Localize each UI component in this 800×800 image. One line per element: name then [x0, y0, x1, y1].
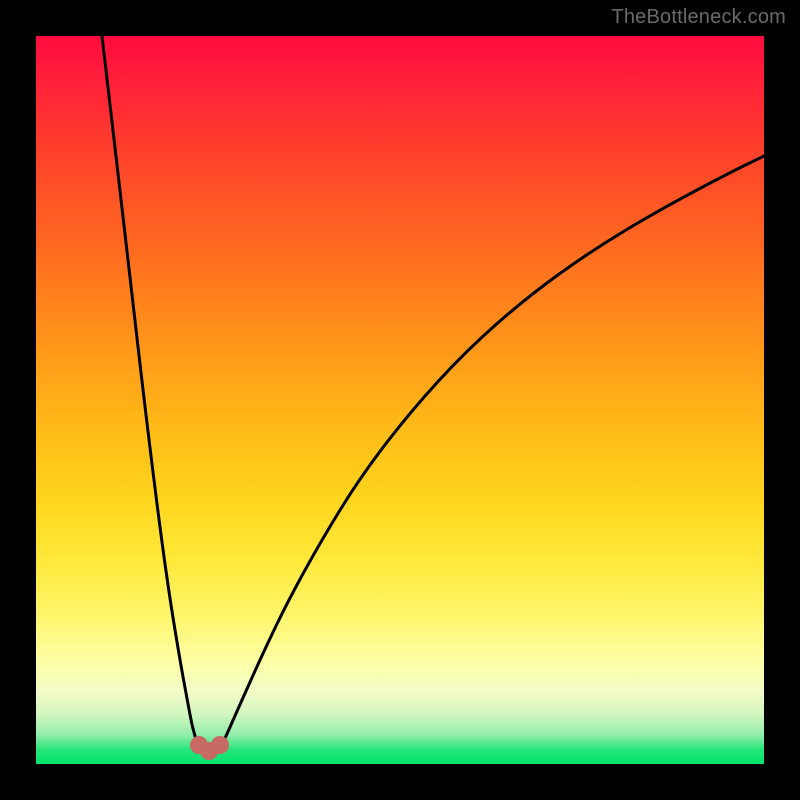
valley-markers	[190, 736, 229, 760]
valley-marker	[211, 736, 229, 754]
curve-right-arm	[220, 156, 764, 746]
curve-layer	[36, 36, 764, 764]
curve-left-arm	[102, 36, 199, 746]
chart-frame: TheBottleneck.com	[0, 0, 800, 800]
plot-area	[36, 36, 764, 764]
watermark-text: TheBottleneck.com	[611, 6, 786, 29]
